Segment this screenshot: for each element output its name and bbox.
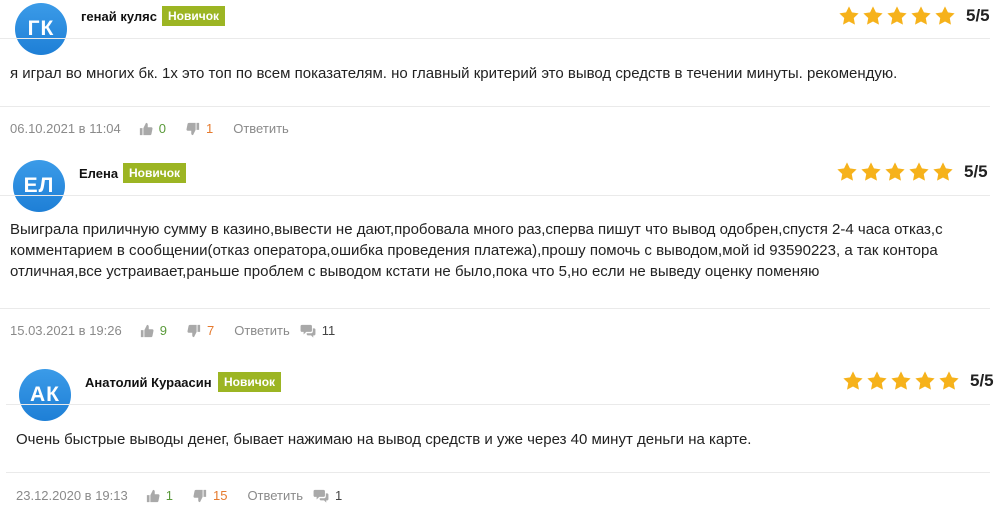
star-icon — [933, 162, 953, 181]
divider — [0, 308, 990, 309]
dislikes-count: 15 — [212, 488, 228, 503]
divider — [6, 472, 990, 473]
divider — [0, 106, 990, 107]
dislikes-count: 7 — [206, 323, 215, 338]
review-meta: 15.03.2021 в 19:26 9 7 Ответить 11 — [10, 323, 335, 338]
star-icon — [839, 6, 859, 25]
comments-count: 11 — [321, 323, 336, 338]
thumbs-up-icon — [140, 324, 154, 337]
star-icon — [867, 371, 887, 390]
comments-icon — [313, 489, 329, 503]
thumbs-down-icon — [193, 489, 207, 502]
rating-stars — [838, 5, 956, 27]
avatar: ГК — [15, 3, 67, 55]
review-text: Очень быстрые выводы денег, бывает нажим… — [16, 431, 752, 448]
avatar: АК — [19, 369, 71, 421]
avatar: ЕЛ — [13, 160, 65, 212]
star-icon — [935, 6, 955, 25]
divider — [6, 404, 990, 405]
rating-stars — [836, 161, 954, 183]
comments-icon — [300, 324, 316, 338]
rating-stars — [842, 370, 960, 392]
star-icon — [909, 162, 929, 181]
star-icon — [837, 162, 857, 181]
thumbs-up-icon — [139, 122, 153, 135]
reply-link[interactable]: Ответить — [234, 323, 290, 338]
review-text: я играл во многих бк. 1х это топ по всем… — [10, 65, 898, 82]
like-button[interactable]: 0 — [139, 121, 166, 136]
star-icon — [915, 371, 935, 390]
star-icon — [939, 371, 959, 390]
comments-toggle[interactable]: 11 — [300, 323, 336, 338]
likes-count: 9 — [159, 323, 167, 338]
likes-count: 0 — [158, 121, 166, 136]
review-meta: 06.10.2021 в 11:04 0 1 Ответить — [10, 121, 299, 136]
comments-toggle[interactable]: 1 — [313, 488, 342, 503]
review-date: 06.10.2021 в 11:04 — [10, 121, 121, 136]
star-icon — [885, 162, 905, 181]
author-name[interactable]: генай куляс — [81, 9, 157, 24]
star-icon — [911, 6, 931, 25]
reply-link[interactable]: Ответить — [233, 121, 289, 136]
reply-link[interactable]: Ответить — [247, 488, 303, 503]
author-name[interactable]: Анатолий Кураасин — [85, 375, 212, 390]
star-icon — [891, 371, 911, 390]
status-badge: Новичок — [218, 372, 282, 392]
comments-count: 1 — [335, 488, 343, 503]
dislike-button[interactable]: 15 — [193, 488, 227, 503]
status-badge: Новичок — [123, 163, 187, 183]
author-name[interactable]: Елена — [79, 166, 118, 181]
review-meta: 23.12.2020 в 19:13 1 15 Ответить 1 — [16, 488, 342, 503]
dislikes-count: 1 — [206, 121, 214, 136]
rating-score: 5/5 — [970, 371, 994, 390]
star-icon — [887, 6, 907, 25]
likes-count: 1 — [165, 488, 173, 503]
rating-score: 5/5 — [964, 162, 988, 181]
review-date: 23.12.2020 в 19:13 — [16, 488, 128, 503]
dislike-button[interactable]: 1 — [186, 121, 213, 136]
star-icon — [863, 6, 883, 25]
review-text: Выиграла приличную сумму в казино,вывест… — [10, 221, 943, 280]
like-button[interactable]: 1 — [146, 488, 173, 503]
thumbs-down-icon — [186, 122, 200, 135]
dislike-button[interactable]: 7 — [187, 323, 214, 338]
like-button[interactable]: 9 — [140, 323, 167, 338]
divider — [0, 195, 990, 196]
star-icon — [861, 162, 881, 181]
review-date: 15.03.2021 в 19:26 — [10, 323, 122, 338]
status-badge: Новичок — [162, 6, 226, 26]
thumbs-down-icon — [187, 324, 201, 337]
divider — [0, 38, 990, 39]
thumbs-up-icon — [146, 489, 160, 502]
star-icon — [843, 371, 863, 390]
rating-score: 5/5 — [966, 6, 990, 25]
